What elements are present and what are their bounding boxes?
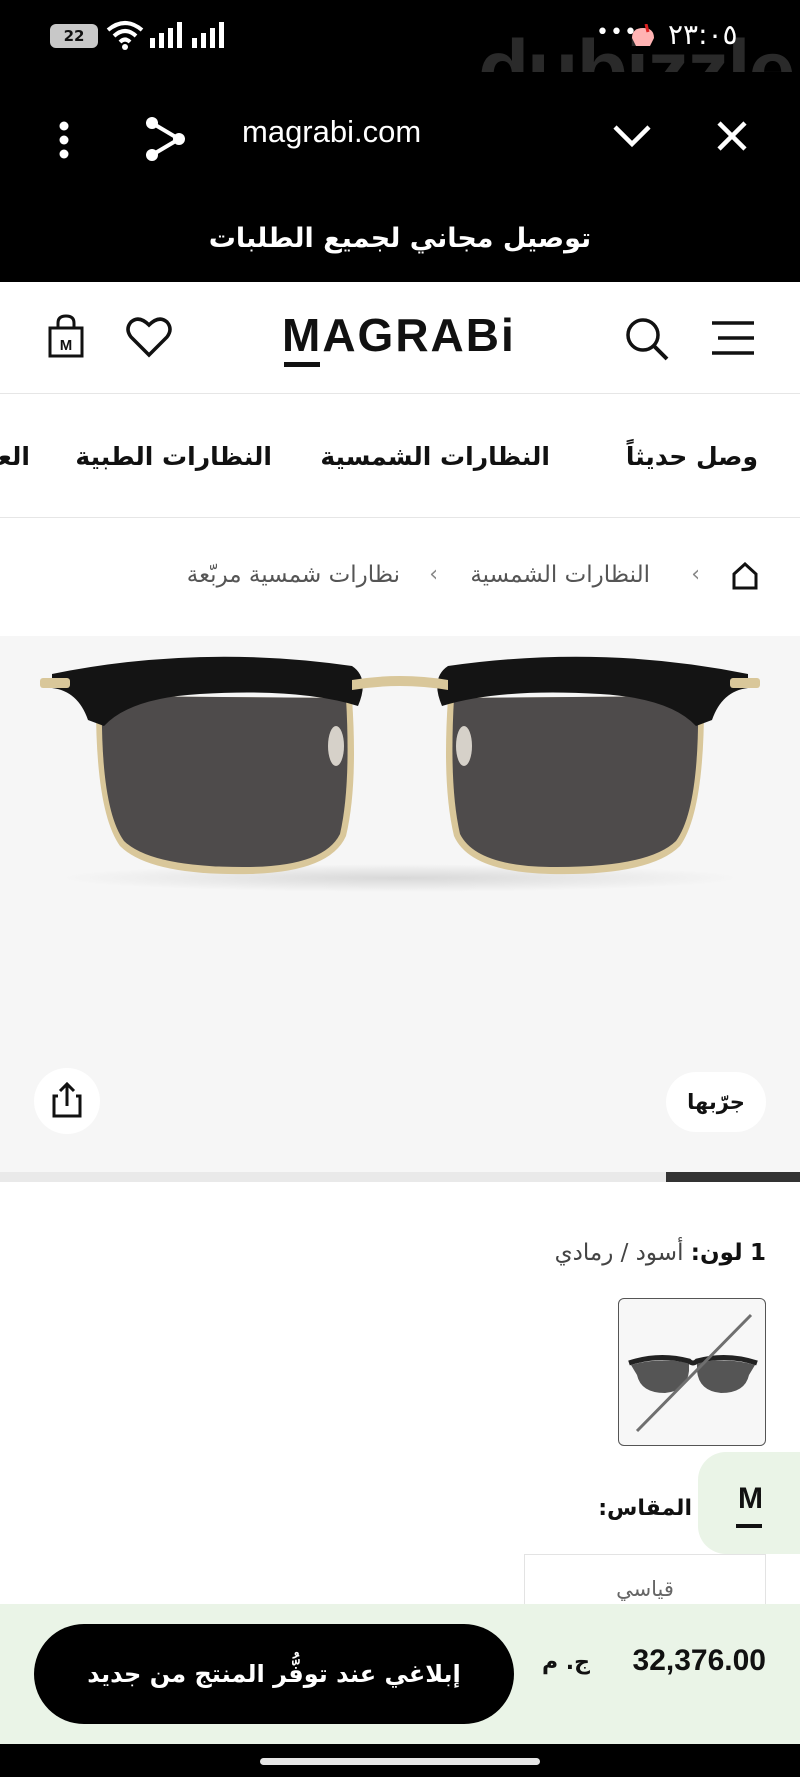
promo-banner: توصيل مجاني لجميع الطلبات bbox=[0, 200, 800, 282]
browser-toolbar: magrabi.com bbox=[0, 72, 800, 200]
site-header: M MAGRABi bbox=[0, 282, 800, 394]
size-label: المقاس: bbox=[598, 1496, 692, 1521]
wifi-icon bbox=[106, 21, 144, 50]
share-product-button[interactable] bbox=[34, 1068, 100, 1134]
navigation-bar bbox=[0, 1744, 800, 1777]
notify-when-available-button[interactable]: إبلاغي عند توفُّر المنتج من جديد bbox=[34, 1624, 514, 1724]
price-currency: ج. م bbox=[542, 1650, 590, 1675]
chat-widget-button[interactable]: M bbox=[698, 1452, 800, 1554]
chat-widget-logo: M bbox=[738, 1482, 763, 1515]
svg-text:M: M bbox=[60, 337, 73, 354]
color-label: 1 لون: أسود / رمادي bbox=[555, 1240, 766, 1266]
nav-sunglasses[interactable]: النظارات الشمسية bbox=[320, 442, 550, 471]
category-nav: وصل حديثاً النظارات الشمسية النظارات الط… bbox=[0, 394, 800, 518]
status-bar: 22 dubizzle ••• ٢٣:٠٥ bbox=[0, 0, 800, 117]
battery-indicator: 22 bbox=[50, 24, 98, 48]
signal-icon bbox=[192, 22, 224, 48]
breadcrumb: › النظارات الشمسية › نظارات شمسية مربّعة bbox=[0, 548, 800, 608]
hamburger-menu-icon[interactable] bbox=[710, 320, 756, 356]
nav-new-arrivals[interactable]: وصل حديثاً bbox=[626, 442, 758, 471]
sunglasses-thumbnail bbox=[628, 1313, 758, 1433]
product-image-gallery[interactable]: جرّبها bbox=[0, 636, 800, 1172]
search-icon[interactable] bbox=[624, 316, 670, 362]
chat-widget-underline bbox=[736, 1524, 762, 1528]
nav-contact-lenses[interactable]: العدسات bbox=[0, 442, 30, 471]
close-icon[interactable] bbox=[716, 120, 748, 152]
nav-eyeglasses[interactable]: النظارات الطبية bbox=[75, 442, 272, 471]
home-gesture-handle[interactable] bbox=[260, 1758, 540, 1765]
home-icon[interactable] bbox=[732, 562, 758, 590]
gallery-progress bbox=[0, 1172, 800, 1182]
site-logo[interactable]: MAGRABi bbox=[282, 308, 516, 362]
url-text[interactable]: magrabi.com bbox=[242, 114, 421, 150]
breadcrumb-square-sunglasses[interactable]: نظارات شمسية مربّعة bbox=[187, 562, 400, 588]
breadcrumb-separator-icon: › bbox=[429, 562, 438, 587]
color-count: 1 bbox=[749, 1240, 766, 1266]
notification-icon bbox=[632, 24, 654, 46]
gallery-progress-fill bbox=[666, 1172, 800, 1182]
color-label-text: لون: bbox=[690, 1240, 743, 1266]
logo-underline bbox=[284, 362, 320, 367]
sunglasses-image bbox=[40, 656, 760, 892]
chevron-down-icon[interactable] bbox=[612, 124, 652, 148]
bottom-purchase-bar: إبلاغي عند توفُّر المنتج من جديد ج. م 32… bbox=[0, 1604, 800, 1744]
color-value: أسود / رمادي bbox=[554, 1240, 684, 1266]
breadcrumb-separator-icon: › bbox=[691, 562, 700, 587]
heart-icon[interactable] bbox=[126, 316, 172, 358]
promo-text: توصيل مجاني لجميع الطلبات bbox=[208, 223, 592, 254]
share-icon[interactable] bbox=[144, 116, 186, 162]
try-on-button[interactable]: جرّبها bbox=[666, 1072, 766, 1132]
bag-icon[interactable]: M bbox=[48, 314, 84, 358]
upload-share-icon bbox=[52, 1081, 82, 1118]
color-swatch[interactable] bbox=[618, 1298, 766, 1446]
breadcrumb-sunglasses[interactable]: النظارات الشمسية bbox=[470, 562, 650, 588]
price-value: 32,376.00 bbox=[632, 1644, 766, 1677]
signal-icon bbox=[150, 22, 182, 48]
more-vertical-icon[interactable] bbox=[58, 120, 70, 160]
clock: ٢٣:٠٥ bbox=[668, 18, 738, 51]
